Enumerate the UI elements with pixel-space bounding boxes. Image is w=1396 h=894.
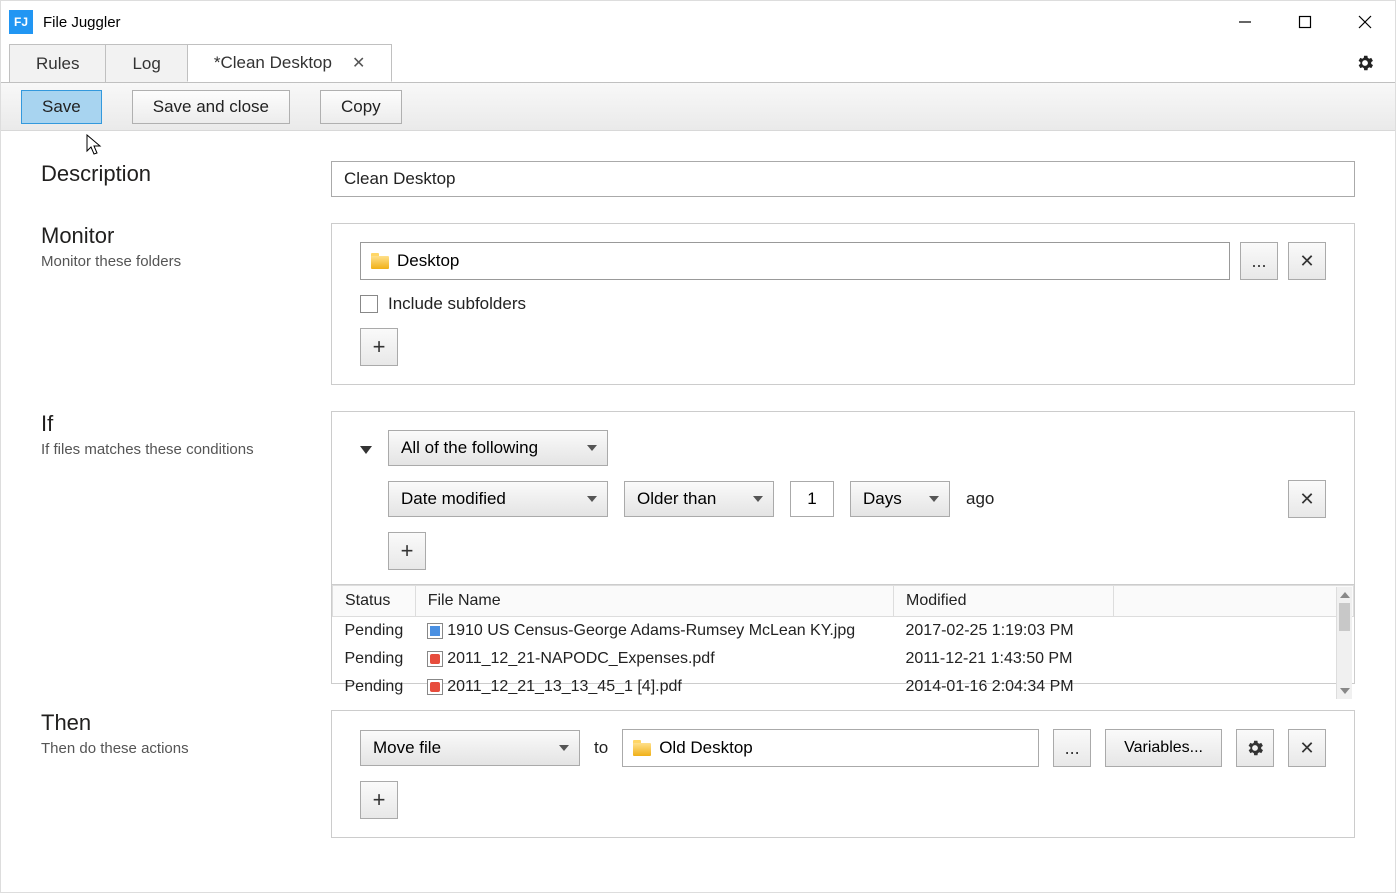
tab-clean-desktop[interactable]: *Clean Desktop ✕ [187,44,393,82]
matched-files-table: Status File Name Modified Pending1910 US… [332,585,1354,701]
copy-button[interactable]: Copy [320,90,402,124]
description-label: Description [41,161,331,187]
add-action-button[interactable]: + [360,781,398,819]
file-table-scrollbar[interactable] [1336,587,1352,699]
content-area: Description Monitor Monitor these folder… [1,131,1395,894]
action-settings-button[interactable] [1236,729,1274,767]
variables-button[interactable]: Variables... [1105,729,1222,767]
gear-icon [1355,53,1375,73]
description-row: Description [41,161,1355,197]
scroll-thumb[interactable] [1339,603,1350,631]
if-panel: All of the following Date modified Older… [331,411,1355,684]
monitor-row: Monitor Monitor these folders Desktop ..… [41,223,1355,385]
monitor-panel: Desktop ... ✕ Include subfolders + [331,223,1355,385]
scroll-down-icon[interactable] [1337,683,1352,699]
action-dropdown[interactable]: Move file [360,730,580,766]
cell-status: Pending [333,673,416,701]
cell-filename: 2011_12_21-NAPODC_Expenses.pdf [415,645,893,673]
col-modified[interactable]: Modified [894,586,1114,617]
then-label: Then [41,710,331,736]
cell-status: Pending [333,645,416,673]
description-input[interactable] [331,161,1355,197]
include-subfolders-checkbox[interactable] [360,295,378,313]
include-subfolders-label: Include subfolders [388,294,526,314]
col-filename[interactable]: File Name [415,586,893,617]
folder-icon [633,740,651,756]
collapse-toggle-icon[interactable] [360,446,372,454]
table-row[interactable]: Pending2011_12_21_13_13_45_1 [4].pdf2014… [333,673,1354,701]
if-subtitle: If files matches these conditions [41,441,331,458]
remove-folder-button[interactable]: ✕ [1288,242,1326,280]
monitor-subtitle: Monitor these folders [41,253,331,270]
browse-folder-button[interactable]: ... [1240,242,1278,280]
file-type-icon [427,651,443,667]
maximize-button[interactable] [1275,1,1335,43]
condition-operator-dropdown[interactable]: Older than [624,481,774,517]
add-condition-button[interactable]: + [388,532,426,570]
cell-modified: 2017-02-25 1:19:03 PM [894,617,1114,646]
col-status[interactable]: Status [333,586,416,617]
monitor-folder-text: Desktop [397,251,459,271]
tab-label: *Clean Desktop [214,53,332,73]
cell-modified: 2014-01-16 2:04:34 PM [894,673,1114,701]
if-row: If If files matches these conditions All… [41,411,1355,684]
if-label: If [41,411,331,437]
destination-input[interactable]: Old Desktop [622,729,1039,767]
app-icon: FJ [9,10,33,34]
to-label: to [594,738,608,758]
then-panel: Move file to Old Desktop ... Variables..… [331,710,1355,838]
condition-suffix-label: ago [966,489,994,509]
file-type-icon [427,679,443,695]
save-and-close-button[interactable]: Save and close [132,90,290,124]
then-subtitle: Then do these actions [41,740,331,757]
cell-status: Pending [333,617,416,646]
save-button[interactable]: Save [21,90,102,124]
monitor-label: Monitor [41,223,331,249]
gear-icon [1245,738,1265,758]
tab-bar: Rules Log *Clean Desktop ✕ [1,43,1395,83]
condition-row: Date modified Older than Days ago ✕ [388,480,1326,518]
table-row[interactable]: Pending1910 US Census-George Adams-Rumse… [333,617,1354,646]
then-row: Then Then do these actions Move file to … [41,710,1355,838]
minimize-button[interactable] [1215,1,1275,43]
folder-icon [371,253,389,269]
close-window-button[interactable] [1335,1,1395,43]
browse-destination-button[interactable]: ... [1053,729,1091,767]
toolbar: Save Save and close Copy [1,83,1395,131]
cell-filename: 2011_12_21_13_13_45_1 [4].pdf [415,673,893,701]
condition-value-input[interactable] [790,481,834,517]
condition-group-mode-dropdown[interactable]: All of the following [388,430,608,466]
condition-unit-dropdown[interactable]: Days [850,481,950,517]
condition-field-dropdown[interactable]: Date modified [388,481,608,517]
scroll-up-icon[interactable] [1337,587,1352,603]
remove-action-button[interactable]: ✕ [1288,729,1326,767]
cell-modified: 2011-12-21 1:43:50 PM [894,645,1114,673]
settings-button[interactable] [1345,44,1385,82]
add-folder-button[interactable]: + [360,328,398,366]
file-type-icon [427,623,443,639]
close-tab-icon[interactable]: ✕ [352,53,365,73]
remove-condition-button[interactable]: ✕ [1288,480,1326,518]
tab-log[interactable]: Log [105,44,187,82]
app-title: File Juggler [43,14,1215,31]
tab-rules[interactable]: Rules [9,44,106,82]
table-row[interactable]: Pending2011_12_21-NAPODC_Expenses.pdf201… [333,645,1354,673]
cell-filename: 1910 US Census-George Adams-Rumsey McLea… [415,617,893,646]
titlebar: FJ File Juggler [1,1,1395,43]
monitor-folder-input[interactable]: Desktop [360,242,1230,280]
destination-text: Old Desktop [659,738,753,758]
